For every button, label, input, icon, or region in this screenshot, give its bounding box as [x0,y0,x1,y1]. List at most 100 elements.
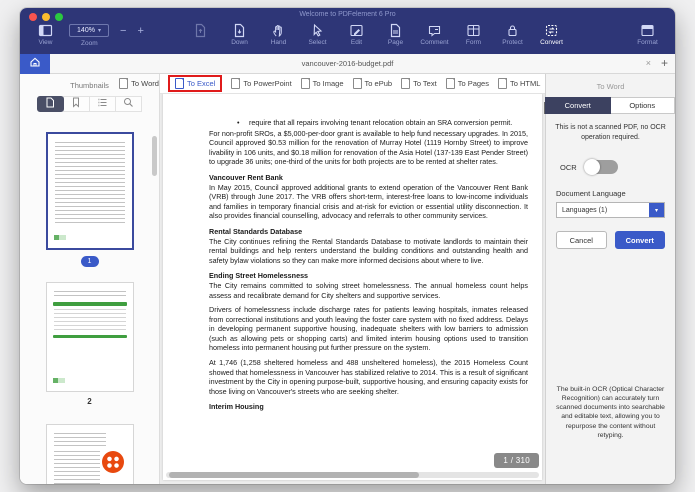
zoom-label: Zoom [81,40,98,47]
document-canvas: •require that all repairs involving tena… [160,94,545,484]
zoom-out-button[interactable]: − [120,26,126,36]
panel-action-buttons: Cancel Convert [556,231,665,249]
document-viewer: To Word To Excel To PowerPoint To Image … [160,74,545,484]
thumbnail-2-table-header [53,302,127,306]
document-tab[interactable]: vancouver-2016-budget.pdf [20,59,675,68]
toolbar-protect-label: Protect [502,39,523,46]
bullet-glyph: • [237,118,249,128]
convert-toolbar: To Word To Excel To PowerPoint To Image … [160,74,545,94]
thumbnail-page-1[interactable] [46,132,134,250]
app-window: Welcome to PDFelement 6 Pro View 140% ▾ … [20,8,675,484]
toolbar-page-down-label: Down [231,39,248,46]
search-icon [123,95,134,113]
page-1-badge: 1 [81,256,99,267]
pdf-page-text: •require that all repairs involving tena… [163,94,542,412]
sidebar-scrollbar[interactable] [152,136,157,176]
thumbnail-page-2[interactable] [46,282,134,392]
sidebar-tab-outline[interactable] [89,96,116,112]
toolbar-format-button[interactable]: Format [628,23,667,46]
toolbar-edit-label: Edit [351,39,362,46]
outline-list-icon [97,95,108,113]
toolbar-page-up-button[interactable] [181,23,220,39]
doc-paragraph: For non-profit SROs, a $5,000-per-door g… [209,129,528,167]
to-powerpoint-label: To PowerPoint [243,79,291,88]
toolbar-comment-label: Comment [420,39,448,46]
to-image-button[interactable]: To Image [301,78,344,89]
convert-button[interactable]: Convert [615,231,666,249]
to-html-label: To HTML [510,79,540,88]
to-pages-label: To Pages [458,79,489,88]
new-tab-icon[interactable]: + [661,56,668,71]
ocr-toggle-row: OCR [560,160,675,174]
doc-icon [401,78,410,89]
toolbar-hand-button[interactable]: Hand [259,23,298,46]
toolbar-view-button[interactable]: View [26,23,65,46]
page-2-number: 2 [20,397,159,406]
doc-paragraph: The City remains committed to solving st… [209,281,528,300]
convert-icon [544,23,559,38]
to-epub-button[interactable]: To ePub [353,78,393,89]
thumbnail-1-logo [54,235,66,240]
toolbar-convert-label: Convert [540,39,563,46]
doc-heading: Rental Standards Database [209,227,528,237]
to-word-button[interactable]: To Word [119,78,159,89]
to-word-label: To Word [131,79,159,88]
chevron-down-icon: ▾ [98,27,101,34]
close-tab-icon[interactable]: × [646,58,651,69]
zoom-controls: 140% ▾ − + Zoom [69,23,181,47]
language-dropdown[interactable]: Languages (1) ▾ [556,202,665,218]
to-epub-label: To ePub [365,79,393,88]
toolbar-convert-button[interactable]: Convert [532,23,571,46]
doc-paragraph: At 1,746 (1,258 sheltered homeless and 4… [209,358,528,396]
to-text-button[interactable]: To Text [401,78,437,89]
select-cursor-icon [310,23,325,38]
toolbar-comment-button[interactable]: Comment [415,23,454,46]
toolbar-form-button[interactable]: Form [454,23,493,46]
to-excel-label: To Excel [187,79,215,88]
thumbnail-3-textlines [54,451,100,484]
thumbnail-2-table-rows [54,309,126,333]
toolbar-protect-button[interactable]: Protect [493,23,532,46]
thumbnail-page-icon [45,95,55,113]
tab-convert[interactable]: Convert [545,97,611,114]
toolbar-select-label: Select [308,39,326,46]
zoom-value: 140% [77,27,95,34]
zoom-level-dropdown[interactable]: 140% ▾ [69,24,109,37]
cancel-button[interactable]: Cancel [556,231,607,249]
page-indicator-badge: 1 / 310 [494,453,539,468]
to-pages-button[interactable]: To Pages [446,78,489,89]
ocr-toggle-knob [584,159,600,175]
title-toolbar: Welcome to PDFelement 6 Pro View 140% ▾ … [20,8,675,54]
document-language-label: Document Language [556,189,675,198]
pdf-page[interactable]: •require that all repairs involving tena… [163,94,542,480]
doc-heading: Ending Street Homelessness [209,271,528,281]
doc-paragraph: In May 2015, Council approved additional… [209,183,528,221]
to-text-label: To Text [413,79,437,88]
toolbar-edit-button[interactable]: Edit [337,23,376,46]
horizontal-scrollbar[interactable] [166,472,539,478]
horizontal-scrollbar-thumb[interactable] [169,472,419,478]
to-excel-button-highlighted[interactable]: To Excel [168,75,222,92]
toolbar-page-down-button[interactable]: Down [220,23,259,46]
ocr-toggle[interactable] [586,160,618,174]
sidebar-tab-bookmarks[interactable] [63,96,90,112]
toolbar-view-label: View [39,39,53,46]
doc-icon [446,78,455,89]
ocr-description-text: The built-in OCR (Optical Character Reco… [552,385,669,440]
thumbnail-3-heading-lines [54,433,106,447]
thumbnail-2-logo [53,378,65,383]
tab-options[interactable]: Options [610,97,676,114]
sidebar-tab-search[interactable] [115,96,142,112]
page-icon [388,23,403,38]
main-area: Thumbnails [20,74,675,484]
sidebar-tab-thumbnails[interactable] [37,96,64,112]
toolbar-page-button[interactable]: Page [376,23,415,46]
to-powerpoint-button[interactable]: To PowerPoint [231,78,291,89]
toolbar-select-button[interactable]: Select [298,23,337,46]
zoom-in-button[interactable]: + [137,26,143,36]
to-html-button[interactable]: To HTML [498,78,540,89]
thumbnail-page-3[interactable] [46,424,134,484]
format-panel-icon [640,23,655,38]
doc-icon [301,78,310,89]
sidebar-tool-switcher [20,96,159,112]
